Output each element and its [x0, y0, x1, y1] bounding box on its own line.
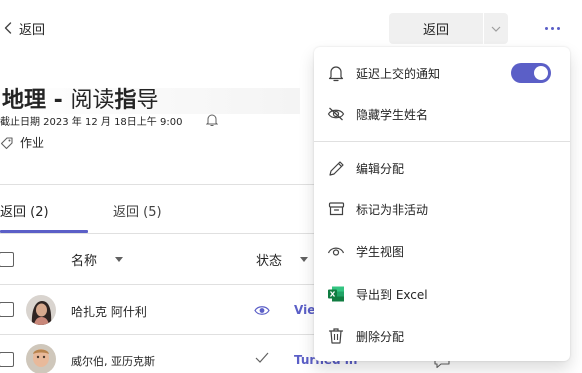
back-label: 返回 [19, 22, 46, 38]
menu-item-edit-assignment[interactable]: 编辑分配 [314, 150, 570, 186]
back-link[interactable]: 返回 [4, 17, 45, 39]
more-options-button[interactable] [541, 18, 563, 38]
menu-divider [314, 141, 570, 142]
status-link[interactable]: Vie [294, 303, 315, 317]
menu-item-hide-student-names[interactable]: 隐藏学生姓名 [314, 96, 570, 132]
sort-down-icon [115, 257, 124, 262]
select-all-checkbox[interactable] [0, 252, 14, 267]
menu-item-mark-inactive[interactable]: 标记为非活动 [314, 191, 570, 227]
divider [0, 334, 320, 335]
trash-icon [326, 326, 346, 346]
chevron-left-icon [4, 22, 12, 34]
return-button[interactable]: 返回 [389, 13, 483, 44]
student-name[interactable]: 哈扎克 阿什利 [71, 303, 147, 320]
archive-icon [326, 199, 346, 219]
eye-off-icon [326, 104, 346, 124]
more-options-menu: 延迟上交的通知 隐藏学生姓名 编辑分配 标记为非活动 学生视图 导出到 Exce… [314, 47, 570, 361]
avatar-photo [26, 295, 56, 325]
tag-label: 作业 [20, 136, 45, 150]
menu-item-student-view[interactable]: 学生视图 [314, 233, 570, 269]
return-split-button[interactable]: 返回 [389, 13, 508, 44]
eye-icon [254, 306, 270, 315]
title-bold2: 指 [114, 88, 137, 113]
toggle-knob [534, 66, 548, 80]
excel-icon [326, 284, 346, 304]
more-dot-icon [544, 26, 548, 30]
menu-item-label: 延迟上交的通知 [356, 66, 441, 81]
row-checkbox[interactable] [0, 302, 14, 317]
menu-item-label: 导出到 Excel [356, 287, 428, 302]
column-name-label: 名称 [71, 254, 98, 269]
divider [0, 233, 320, 234]
tab-returned-2[interactable]: 返回 (2) [0, 201, 49, 220]
avatar [26, 295, 56, 325]
checkmark-icon [255, 352, 269, 363]
sort-down-icon [300, 257, 309, 262]
return-dropdown-button[interactable] [484, 13, 508, 44]
eye-icon [326, 241, 346, 261]
column-status-label: 状态 [256, 254, 283, 269]
tab-returned-5[interactable]: 返回 (5) [113, 201, 162, 220]
divider [0, 184, 320, 185]
menu-item-label: 编辑分配 [356, 161, 405, 176]
menu-item-label: 标记为非活动 [356, 202, 429, 217]
more-dot-icon [556, 26, 560, 30]
chevron-down-icon [491, 26, 501, 32]
due-date: 截止日期 2023 年 12 月 18日上午 9:00 [0, 117, 183, 128]
bell-icon [206, 114, 218, 126]
tag-icon [0, 136, 13, 149]
menu-item-export-to-excel[interactable]: 导出到 Excel [314, 276, 570, 312]
more-dot-icon [550, 26, 554, 30]
avatar [26, 344, 56, 373]
student-name[interactable]: 威尔伯, 亚历克斯 [71, 353, 155, 369]
category-tag: 作业 [0, 134, 44, 151]
divider [0, 284, 320, 285]
return-button-label: 返回 [422, 23, 449, 38]
title-rest: 导 [136, 88, 159, 113]
title-prefix: 地理 - [2, 88, 71, 113]
bell-icon [326, 63, 346, 83]
column-header-name[interactable]: 名称 [71, 250, 124, 269]
menu-item-label: 学生视图 [356, 244, 405, 259]
column-header-status[interactable]: 状态 [256, 250, 309, 269]
avatar-photo [26, 344, 56, 373]
row-checkbox[interactable] [0, 352, 14, 367]
menu-item-label: 隐藏学生姓名 [356, 107, 429, 122]
menu-item-delete-assignment[interactable]: 删除分配 [314, 318, 570, 354]
pencil-icon [326, 158, 346, 178]
late-notifications-toggle[interactable] [511, 63, 551, 83]
assignment-title: 地理 - 阅读指导 [2, 87, 159, 115]
menu-item-late-turn-in-notifications[interactable]: 延迟上交的通知 [314, 55, 570, 91]
title-mid: 阅读 [70, 88, 115, 113]
menu-item-label: 删除分配 [356, 329, 405, 344]
